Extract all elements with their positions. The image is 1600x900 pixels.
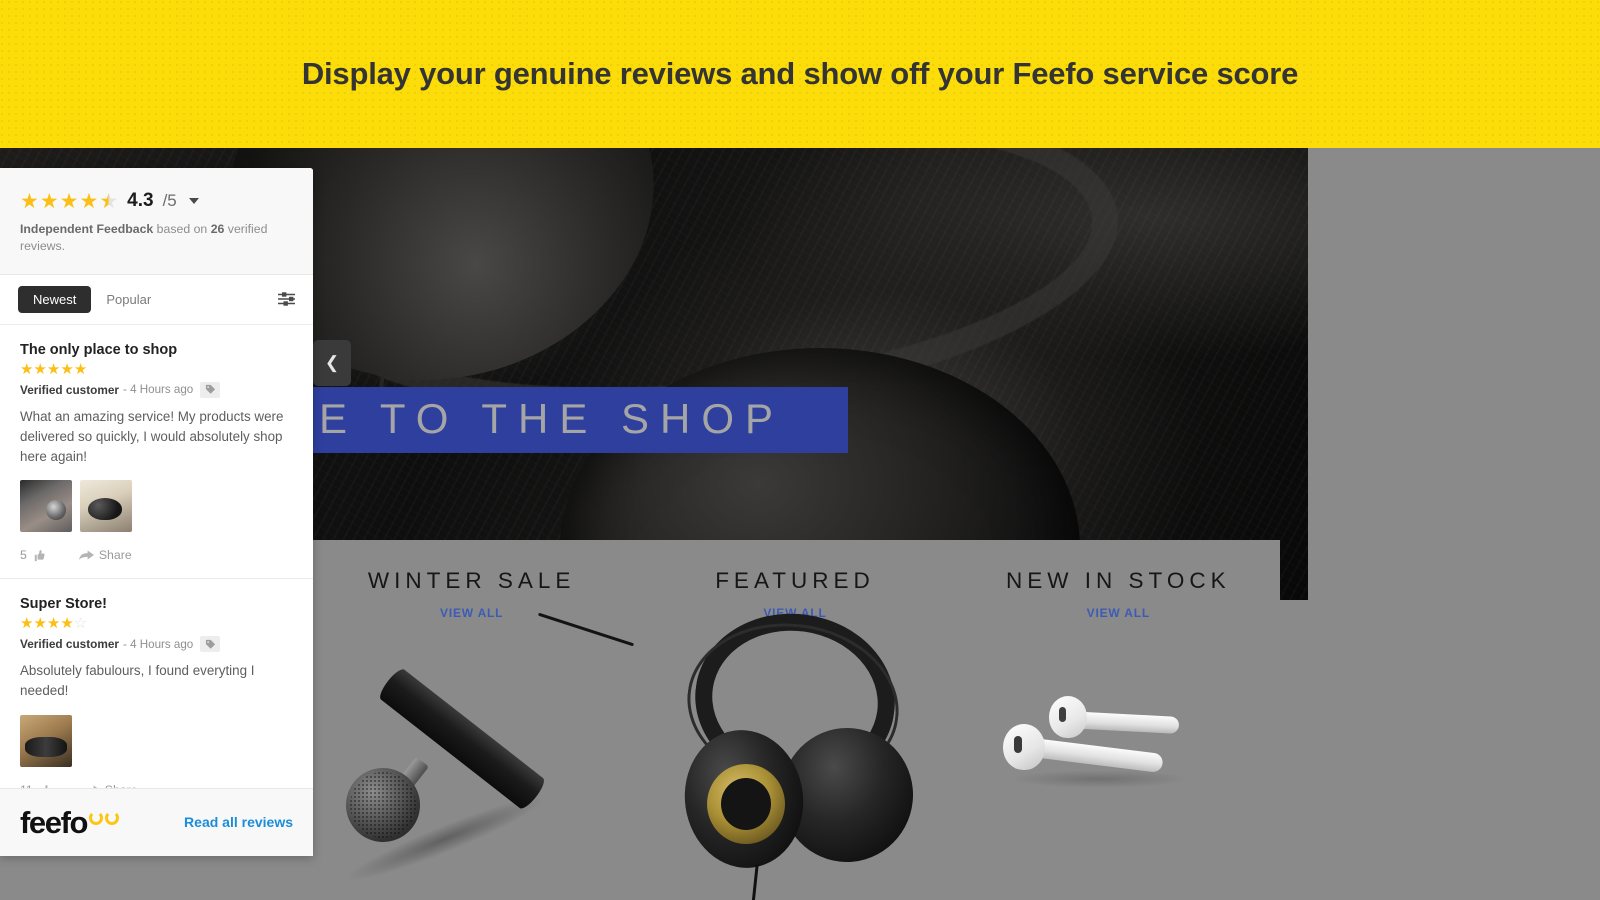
feefo-logo: feefo (20, 804, 120, 840)
summary-strong: Independent Feedback (20, 222, 154, 236)
review-body: What an amazing service! My products wer… (20, 408, 284, 464)
category-featured: FEATURED VIEW ALL (633, 540, 956, 900)
microphone-product-image[interactable] (310, 612, 635, 898)
review-time: - 4 Hours ago (123, 383, 194, 397)
category-title: WINTER SALE (367, 568, 576, 593)
review-author: Verified customer (20, 637, 120, 652)
category-winter-sale: WINTER SALE VIEW ALL (310, 540, 635, 900)
review-like-count: 5 (20, 548, 27, 563)
review-time: - 4 Hours ago (123, 637, 194, 651)
widget-footer: feefo Read all reviews (0, 787, 313, 856)
feefo-smile-icon (89, 810, 120, 825)
service-score-stars: ★ ★ ★ ★ ★ (20, 191, 118, 212)
feefo-reviews-widget: ★ ★ ★ ★ ★ 4.3 /5 Independent Feedback ba… (0, 168, 313, 856)
star-icon: ★ (60, 615, 74, 633)
category-strip: WINTER SALE VIEW ALL FEATURED VIEW ALL N… (310, 540, 1280, 900)
star-icon: ★ (20, 189, 39, 213)
tag-icon[interactable] (200, 636, 221, 653)
review-item: The only place to shop ★ ★ ★ ★ ★ Verifie… (0, 325, 313, 580)
star-icon: ★ (20, 615, 34, 633)
star-icon: ★ (79, 189, 99, 213)
star-empty-icon: ☆ (73, 615, 88, 633)
review-thumbnail[interactable] (20, 480, 72, 533)
review-thumbnail[interactable] (20, 715, 72, 768)
promo-headline: Display your genuine reviews and show of… (301, 56, 1299, 91)
review-share-label: Share (98, 548, 132, 563)
review-item: Super Store! ★ ★ ★ ★ ☆ Verified customer… (0, 579, 313, 788)
review-author: Verified customer (20, 382, 120, 397)
reviews-list: The only place to shop ★ ★ ★ ★ ★ Verifie… (0, 324, 313, 788)
category-title: FEATURED (715, 568, 875, 593)
service-score-row: ★ ★ ★ ★ ★ 4.3 /5 (20, 190, 293, 212)
review-title: The only place to shop (20, 341, 178, 358)
feefo-logo-text: feefo (20, 804, 88, 840)
chevron-left-icon: ❮ (324, 353, 340, 372)
star-icon: ★ (33, 360, 47, 378)
tab-newest[interactable]: Newest (18, 285, 92, 313)
review-thumbnail[interactable] (80, 480, 132, 533)
category-new-in-stock: NEW IN STOCK VIEW ALL (957, 540, 1280, 900)
earbuds-product-image[interactable] (957, 618, 1280, 898)
promo-banner: Display your genuine reviews and show of… (0, 0, 1600, 148)
review-actions: 5 Share (20, 548, 293, 568)
summary-mid: based on (153, 222, 211, 236)
thumbs-up-icon (34, 550, 45, 561)
chevron-down-icon[interactable] (188, 198, 199, 204)
star-icon: ★ (59, 189, 79, 213)
review-thumbnails (20, 480, 293, 533)
service-score-summary: Independent Feedback based on 26 verifie… (20, 221, 293, 256)
service-score-denominator: /5 (162, 191, 177, 210)
review-title: Super Store! (20, 596, 108, 613)
star-icon: ★ (33, 615, 47, 633)
review-body: Absolutely fabulours, I found everyting … (20, 663, 255, 699)
widget-header: ★ ★ ★ ★ ★ 4.3 /5 Independent Feedback ba… (0, 168, 313, 275)
read-all-reviews-link[interactable]: Read all reviews (184, 814, 293, 830)
headphones-product-image[interactable] (633, 600, 956, 900)
review-share-button[interactable]: Share (78, 548, 132, 563)
review-thumbnails (20, 715, 293, 768)
star-icon: ★ (73, 360, 88, 378)
carousel-prev-button[interactable]: ❮ (313, 340, 351, 386)
service-score-value: 4.3 (127, 190, 154, 211)
review-meta: Verified customer - 4 Hours ago (20, 636, 293, 653)
review-meta: Verified customer - 4 Hours ago (20, 381, 293, 398)
category-title: NEW IN STOCK (1006, 568, 1231, 593)
tab-popular[interactable]: Popular (91, 286, 166, 313)
star-icon: ★ (20, 360, 34, 378)
tag-icon[interactable] (200, 381, 221, 398)
star-icon: ★ (39, 189, 59, 213)
summary-count: 26 (210, 222, 225, 236)
star-icon: ★ (60, 360, 74, 378)
star-half-icon: ★ (99, 189, 119, 213)
filter-sliders-icon[interactable] (278, 292, 295, 307)
star-icon: ★ (46, 615, 61, 633)
star-icon: ★ (46, 360, 61, 378)
share-arrow-icon (78, 550, 94, 561)
widget-sort-tabs: Newest Popular (0, 274, 313, 325)
review-like-button[interactable]: 5 (20, 548, 45, 562)
review-stars: ★ ★ ★ ★ ★ (20, 362, 293, 377)
review-stars: ★ ★ ★ ★ ☆ (20, 616, 293, 631)
